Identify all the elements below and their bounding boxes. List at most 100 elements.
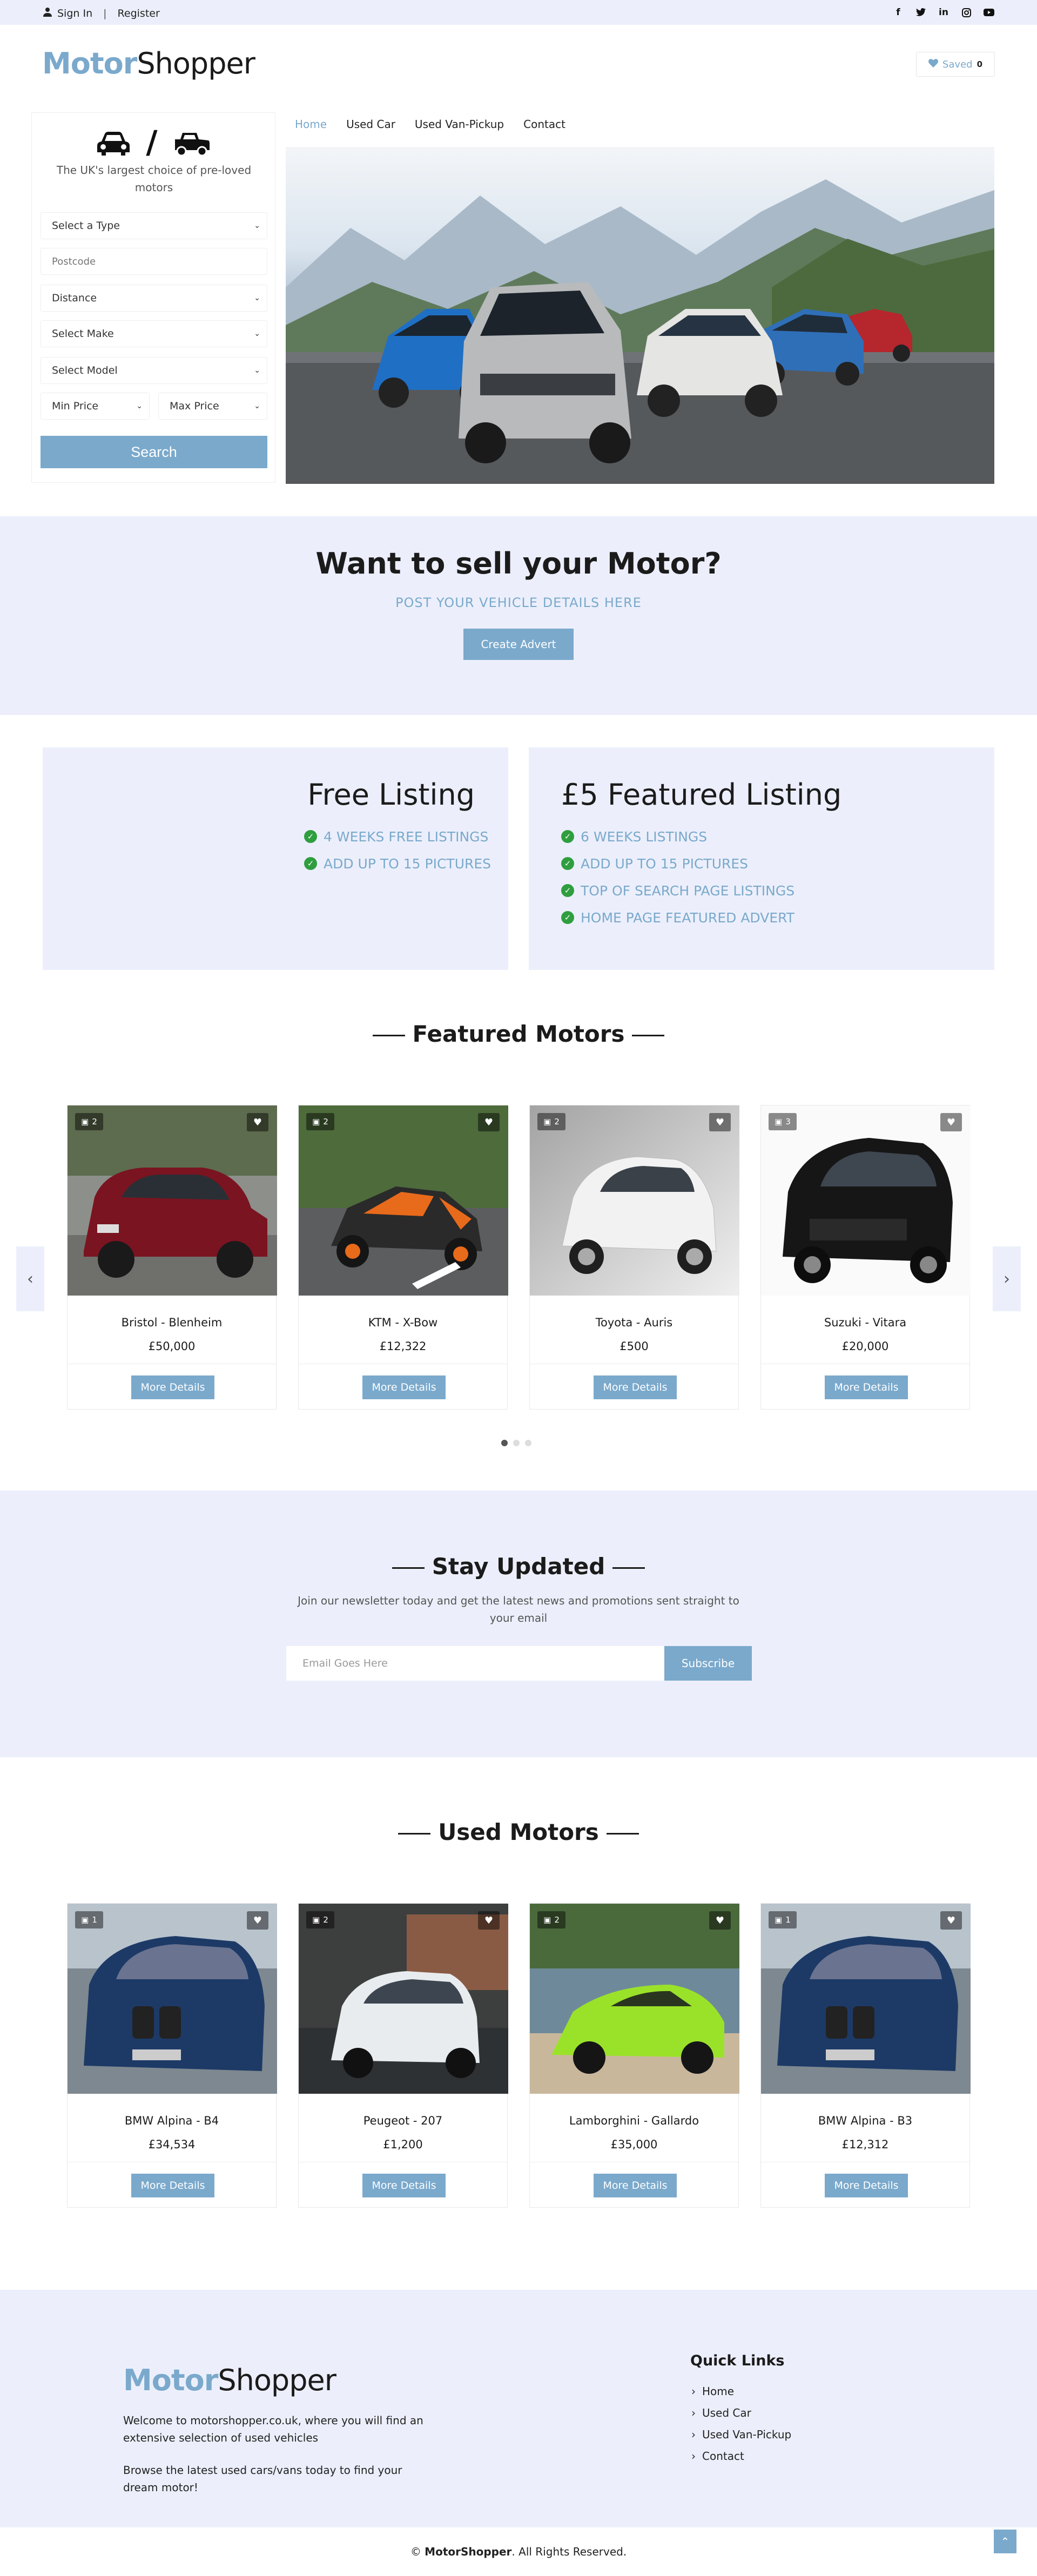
vehicle-photo[interactable] [530, 1105, 739, 1296]
search-button[interactable]: Search [41, 436, 267, 468]
instagram-icon[interactable] [960, 6, 972, 18]
save-favorite-button[interactable]: ♥ [247, 1113, 268, 1131]
more-details-button[interactable]: More Details [594, 2174, 677, 2197]
youtube-icon[interactable] [983, 6, 995, 18]
model-select[interactable]: Select Model ⌄ [41, 357, 267, 384]
heart-icon: ♥ [484, 1116, 494, 1128]
more-details-button[interactable]: More Details [131, 2174, 214, 2197]
site-logo[interactable]: MotorShopper [42, 46, 255, 80]
footer-welcome-text: Welcome to motorshopper.co.uk, where you… [123, 2414, 423, 2444]
distance-select[interactable]: Distance ⌄ [41, 285, 267, 312]
featured-card[interactable]: ▣ 2 ♥ KTM - X-Bow £12,322 More Details [298, 1105, 508, 1410]
create-advert-button[interactable]: Create Advert [463, 629, 574, 660]
newsletter-email-input[interactable]: Email Goes Here [286, 1646, 664, 1681]
postcode-field[interactable] [41, 248, 267, 275]
chevron-right-icon: › [691, 2406, 696, 2419]
list-item: ✓ HOME PAGE FEATURED ADVERT [561, 904, 794, 931]
saved-button[interactable]: Saved 0 [916, 52, 995, 77]
type-select[interactable]: Select a Type ⌄ [41, 212, 267, 239]
vehicle-price: £12,322 [379, 1340, 427, 1353]
camera-icon: ▣ [312, 1117, 320, 1127]
nav-item-contact[interactable]: Contact [523, 118, 565, 131]
used-motors-heading: Used Motors [0, 1819, 1037, 1845]
vehicle-photo[interactable] [299, 1904, 508, 2094]
featured-card[interactable]: ▣ 2 ♥ Toyota - Auris £500 More Details [529, 1105, 739, 1410]
check-circle-icon: ✓ [304, 857, 317, 870]
carousel-dot[interactable] [513, 1440, 520, 1446]
search-panel: / The UK's largest choice of pre-loved m… [31, 112, 275, 483]
more-details-button[interactable]: More Details [131, 1375, 214, 1399]
nav-item-home[interactable]: Home [295, 118, 327, 131]
save-favorite-button[interactable]: ♥ [709, 1113, 731, 1131]
register-link[interactable]: Register [118, 8, 160, 19]
linkedin-icon[interactable]: in [938, 6, 950, 18]
min-price-select[interactable]: Min Price ⌄ [41, 393, 150, 420]
save-favorite-button[interactable]: ♥ [709, 1911, 731, 1930]
subscribe-button[interactable]: Subscribe [664, 1646, 752, 1681]
heart-icon: ♥ [484, 1914, 494, 1926]
vehicle-photo[interactable] [68, 1904, 277, 2094]
carousel-dot[interactable] [501, 1440, 508, 1446]
used-card[interactable]: ▣ 1 ♥ BMW Alpina - B4 £34,534 More Detail… [67, 1903, 277, 2208]
used-card[interactable]: ▣ 1 ♥ BMW Alpina - B3 £12,312 More Detail… [760, 1903, 971, 2208]
chevron-left-icon: ‹ [27, 1269, 33, 1289]
more-details-button[interactable]: More Details [362, 2174, 446, 2197]
heart-icon: ♥ [253, 1914, 262, 1926]
nav-item-used-van-pickup[interactable]: Used Van-Pickup [415, 118, 504, 131]
used-card[interactable]: ▣ 2 ♥ Lamborghini - Gallardo £35,000 More… [529, 1903, 739, 2208]
save-favorite-button[interactable]: ♥ [478, 1911, 500, 1930]
vehicle-photo[interactable] [530, 1904, 739, 2094]
type-select-value: Select a Type [52, 220, 120, 232]
search-tagline: The UK's largest choice of pre-loved mot… [56, 164, 252, 194]
twitter-icon[interactable] [915, 6, 927, 18]
logo-part-shopper: Shopper [137, 46, 255, 80]
footer-logo[interactable]: MotorShopper [123, 2363, 336, 2397]
more-details-button[interactable]: More Details [825, 1375, 908, 1399]
postcode-input[interactable] [52, 255, 260, 267]
vehicle-name: Peugeot - 207 [363, 2114, 443, 2127]
saved-count: 0 [977, 59, 983, 69]
max-price-select[interactable]: Max Price ⌄ [158, 393, 267, 420]
used-card[interactable]: ▣ 2 ♥ Peugeot - 207 £1,200 More Details [298, 1903, 508, 2208]
logo-part-motor: Motor [42, 46, 137, 80]
min-price-value: Min Price [52, 400, 99, 412]
vehicle-price: £34,534 [148, 2138, 196, 2151]
vehicle-photo[interactable] [761, 1105, 971, 1296]
heading-rule [392, 1567, 425, 1569]
quick-link-label: Used Car [702, 2406, 751, 2419]
more-details-button[interactable]: More Details [825, 2174, 908, 2197]
quick-link-used-car[interactable]: › Used Car [691, 2402, 791, 2424]
camera-icon: ▣ [775, 1117, 783, 1127]
vehicle-photo[interactable] [299, 1105, 508, 1296]
heading-rule [632, 1035, 665, 1036]
carousel-next-button[interactable]: › [993, 1246, 1021, 1311]
quick-link-contact[interactable]: › Contact [691, 2445, 791, 2467]
save-favorite-button[interactable]: ♥ [940, 1911, 962, 1930]
make-select[interactable]: Select Make ⌄ [41, 320, 267, 347]
nav-item-used-car[interactable]: Used Car [346, 118, 395, 131]
free-listing-features: ✓ 4 WEEKS FREE LISTINGS ✓ ADD UP TO 15 PIC… [304, 823, 491, 877]
quick-link-home[interactable]: › Home [691, 2381, 791, 2402]
save-favorite-button[interactable]: ♥ [940, 1113, 962, 1131]
save-favorite-button[interactable]: ♥ [247, 1911, 268, 1930]
vehicle-photo[interactable] [761, 1904, 971, 2094]
facebook-icon[interactable]: f [892, 6, 904, 18]
quick-link-used-van-pickup[interactable]: › Used Van-Pickup [691, 2424, 791, 2445]
type-separator: / [146, 124, 158, 160]
sign-in-link[interactable]: Sign In [57, 8, 92, 19]
chevron-down-icon: ⌄ [136, 402, 143, 410]
carousel-prev-button[interactable]: ‹ [16, 1246, 44, 1311]
back-to-top-button[interactable]: ⌃ [994, 2530, 1016, 2553]
save-favorite-button[interactable]: ♥ [478, 1113, 500, 1131]
quick-links-list: › Home › Used Car › Used Van-Pickup › Contac… [691, 2381, 791, 2467]
more-details-button[interactable]: More Details [362, 1375, 446, 1399]
chevron-right-icon: › [691, 2450, 696, 2463]
vehicle-price: £35,000 [610, 2138, 658, 2151]
more-details-button[interactable]: More Details [594, 1375, 677, 1399]
featured-card[interactable]: ▣ 3 ♥ Suzuki - Vitara £20,000 More Detail… [760, 1105, 971, 1410]
carousel-dot[interactable] [525, 1440, 531, 1446]
double-chevron-up-icon: ⌃ [1000, 2535, 1010, 2548]
featured-card[interactable]: ▣ 2 ♥ Bristol - Blenheim £50,000 More Det… [67, 1105, 277, 1410]
vehicle-photo[interactable] [68, 1105, 277, 1296]
vehicle-name: Bristol - Blenheim [121, 1316, 223, 1329]
